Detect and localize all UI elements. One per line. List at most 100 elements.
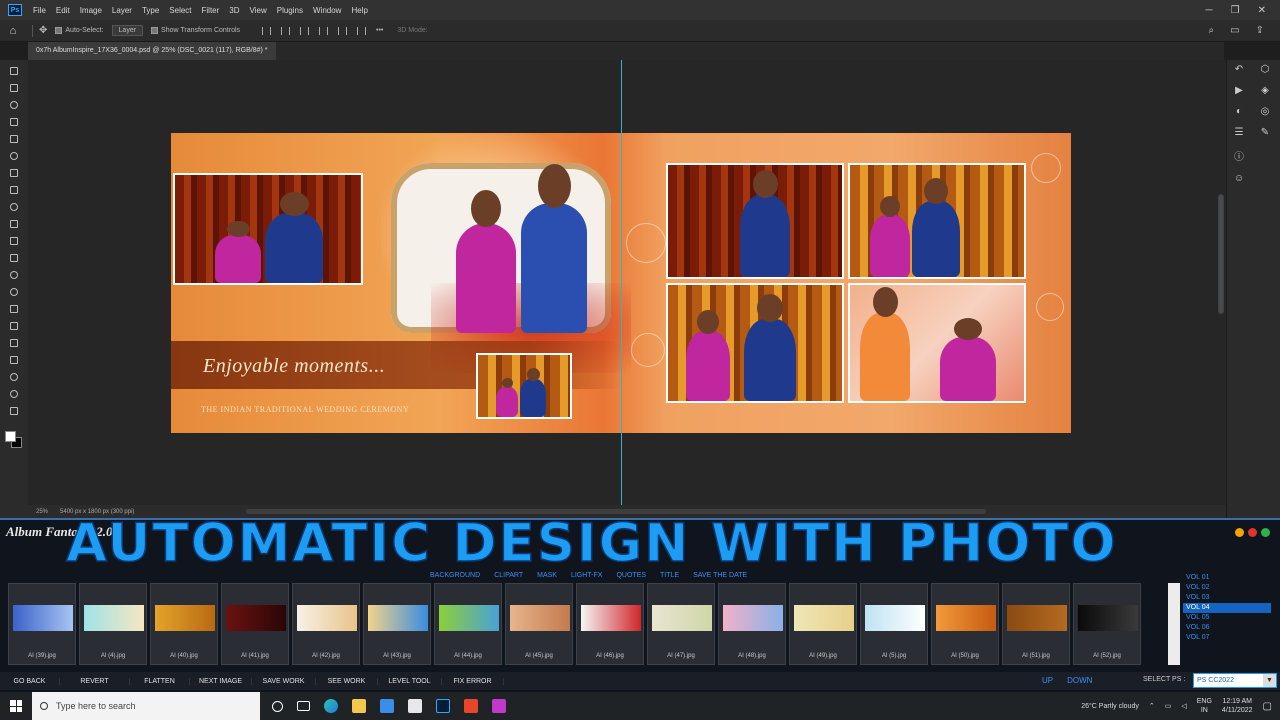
eyedropper-icon[interactable] bbox=[7, 149, 21, 163]
menu-help[interactable]: Help bbox=[346, 6, 372, 15]
menu-select[interactable]: Select bbox=[164, 6, 196, 15]
thumbnail-item[interactable]: AI (42).jpg bbox=[292, 583, 360, 665]
thumbnail-scrollbar[interactable] bbox=[1168, 583, 1180, 665]
align-right-icon[interactable] bbox=[300, 26, 310, 35]
app-c-icon[interactable] bbox=[464, 699, 478, 713]
thumbnail-item[interactable]: AI (41).jpg bbox=[221, 583, 289, 665]
thumbnail-item[interactable]: AI (39).jpg bbox=[8, 583, 76, 665]
minimize-dot-icon[interactable] bbox=[1248, 528, 1257, 537]
menu-3d[interactable]: 3D bbox=[224, 6, 244, 15]
edge-icon[interactable] bbox=[324, 699, 338, 713]
magic-wand-icon[interactable] bbox=[7, 115, 21, 129]
crop-tool-icon[interactable] bbox=[7, 132, 21, 146]
gradient-tool-icon[interactable] bbox=[7, 251, 21, 265]
photo-grid-bottom-left[interactable] bbox=[666, 283, 844, 403]
up-button[interactable]: UP bbox=[1042, 676, 1053, 685]
guide-line[interactable] bbox=[621, 60, 622, 505]
tray-chevron-icon[interactable]: ⌃ bbox=[1149, 702, 1155, 710]
thumbnail-item[interactable]: AI (48).jpg bbox=[718, 583, 786, 665]
photo-frame-inset[interactable] bbox=[476, 353, 572, 419]
thumbnail-item[interactable]: AI (40).jpg bbox=[150, 583, 218, 665]
maximize-dot-icon[interactable] bbox=[1261, 528, 1270, 537]
menu-plugins[interactable]: Plugins bbox=[272, 6, 308, 15]
album-subtitle[interactable]: THE INDIAN TRADITIONAL WEDDING CEREMONY bbox=[201, 405, 409, 414]
mail-icon[interactable] bbox=[408, 699, 422, 713]
album-title[interactable]: Enjoyable moments... bbox=[203, 355, 385, 378]
align-center-icon[interactable] bbox=[281, 26, 291, 35]
thumbnail-item[interactable]: AI (52).jpg bbox=[1073, 583, 1141, 665]
menu-view[interactable]: View bbox=[245, 6, 272, 15]
adjustments-icon[interactable]: ◐ bbox=[1236, 106, 1242, 117]
auto-select-checkbox[interactable]: Auto-Select: bbox=[55, 27, 104, 34]
history-brush-icon[interactable] bbox=[7, 217, 21, 231]
zoom-level[interactable]: 25% bbox=[36, 509, 48, 515]
photo-grid-top-left[interactable] bbox=[666, 163, 844, 279]
menu-image[interactable]: Image bbox=[75, 6, 107, 15]
canvas-area[interactable]: Enjoyable moments... THE INDIAN TRADITIO… bbox=[28, 60, 1216, 505]
next-image-button[interactable]: NEXT IMAGE bbox=[190, 677, 252, 685]
home-icon[interactable]: ⌂ bbox=[0, 25, 26, 37]
see-work-button[interactable]: SEE WORK bbox=[316, 677, 378, 685]
channels-icon[interactable]: ◎ bbox=[1261, 106, 1270, 117]
thumbnail-item[interactable]: AI (51).jpg bbox=[1002, 583, 1070, 665]
menu-filter[interactable]: Filter bbox=[197, 6, 225, 15]
chevron-down-icon[interactable]: ▼ bbox=[1263, 674, 1276, 687]
paths-icon[interactable]: ✎ bbox=[1261, 127, 1269, 138]
thumbnail-item[interactable]: AI (49).jpg bbox=[789, 583, 857, 665]
dodge-tool-icon[interactable] bbox=[7, 285, 21, 299]
canvas-vertical-scrollbar[interactable] bbox=[1216, 60, 1226, 505]
menu-file[interactable]: File bbox=[28, 6, 51, 15]
menu-layer[interactable]: Layer bbox=[107, 6, 137, 15]
task-view-icon[interactable] bbox=[297, 701, 310, 711]
volume-item[interactable]: VOL 06 bbox=[1183, 623, 1271, 633]
volume-item[interactable]: VOL 03 bbox=[1183, 593, 1271, 603]
flatten-button[interactable]: FLATTEN bbox=[130, 677, 190, 685]
photoshop-taskbar-icon[interactable] bbox=[436, 699, 450, 713]
properties-icon[interactable]: ☰ bbox=[1235, 127, 1244, 138]
clock[interactable]: 12:19 AM 4/11/2022 bbox=[1222, 697, 1253, 715]
shape-tool-icon[interactable] bbox=[7, 353, 21, 367]
taskbar-search-box[interactable]: Type here to search bbox=[32, 692, 260, 720]
brush-tool-icon[interactable] bbox=[7, 183, 21, 197]
weather-widget[interactable]: 26°C Partly cloudy bbox=[1081, 703, 1139, 710]
volume-item[interactable]: VOL 01 bbox=[1183, 573, 1271, 583]
menu-type[interactable]: Type bbox=[137, 6, 164, 15]
restore-icon[interactable]: ❐ bbox=[1231, 5, 1240, 16]
more-icon[interactable]: ••• bbox=[376, 27, 383, 35]
revert-button[interactable]: REVERT bbox=[60, 677, 130, 685]
network-icon[interactable]: ▭ bbox=[1165, 702, 1172, 710]
info-icon[interactable]: ⓘ bbox=[1234, 148, 1244, 163]
app-purple-icon[interactable] bbox=[492, 699, 506, 713]
lasso-tool-icon[interactable] bbox=[7, 98, 21, 112]
ps-version-select[interactable]: PS CC2022 ▼ bbox=[1193, 673, 1277, 688]
marquee-tool-icon[interactable] bbox=[7, 81, 21, 95]
language-indicator[interactable]: ENG IN bbox=[1197, 697, 1212, 715]
3d-icon[interactable]: ⬡ bbox=[1261, 64, 1270, 75]
share-icon[interactable]: ⇪ bbox=[1256, 25, 1264, 36]
people-icon[interactable]: ☺ bbox=[1234, 173, 1244, 184]
fix-error-button[interactable]: FIX ERROR bbox=[442, 677, 504, 685]
close-icon[interactable]: ✕ bbox=[1258, 5, 1266, 16]
blur-tool-icon[interactable] bbox=[7, 268, 21, 282]
actions-play-icon[interactable]: ▶ bbox=[1235, 85, 1243, 96]
notifications-icon[interactable]: ▢ bbox=[1263, 701, 1272, 712]
align-middle-icon[interactable] bbox=[338, 26, 348, 35]
photo-frame-left[interactable] bbox=[173, 173, 363, 285]
menu-window[interactable]: Window bbox=[308, 6, 346, 15]
layers-icon[interactable]: ◈ bbox=[1261, 85, 1269, 96]
store-icon[interactable] bbox=[380, 699, 394, 713]
scrollbar-thumb[interactable] bbox=[1218, 194, 1224, 314]
zoom-tool-icon[interactable] bbox=[7, 387, 21, 401]
thumbnail-item[interactable]: AI (47).jpg bbox=[647, 583, 715, 665]
stamp-tool-icon[interactable] bbox=[7, 200, 21, 214]
start-button[interactable] bbox=[0, 700, 32, 712]
move-tool-icon[interactable] bbox=[7, 64, 21, 78]
history-icon[interactable]: ↶ bbox=[1235, 64, 1243, 75]
thumbnail-item[interactable]: AI (43).jpg bbox=[363, 583, 431, 665]
file-explorer-icon[interactable] bbox=[352, 699, 366, 713]
align-bottom-icon[interactable] bbox=[357, 26, 367, 35]
workspace-icon[interactable]: ▭ bbox=[1230, 25, 1239, 36]
down-button[interactable]: DOWN bbox=[1067, 676, 1092, 685]
save-work-button[interactable]: SAVE WORK bbox=[252, 677, 316, 685]
volume-item[interactable]: VOL 07 bbox=[1183, 633, 1271, 643]
